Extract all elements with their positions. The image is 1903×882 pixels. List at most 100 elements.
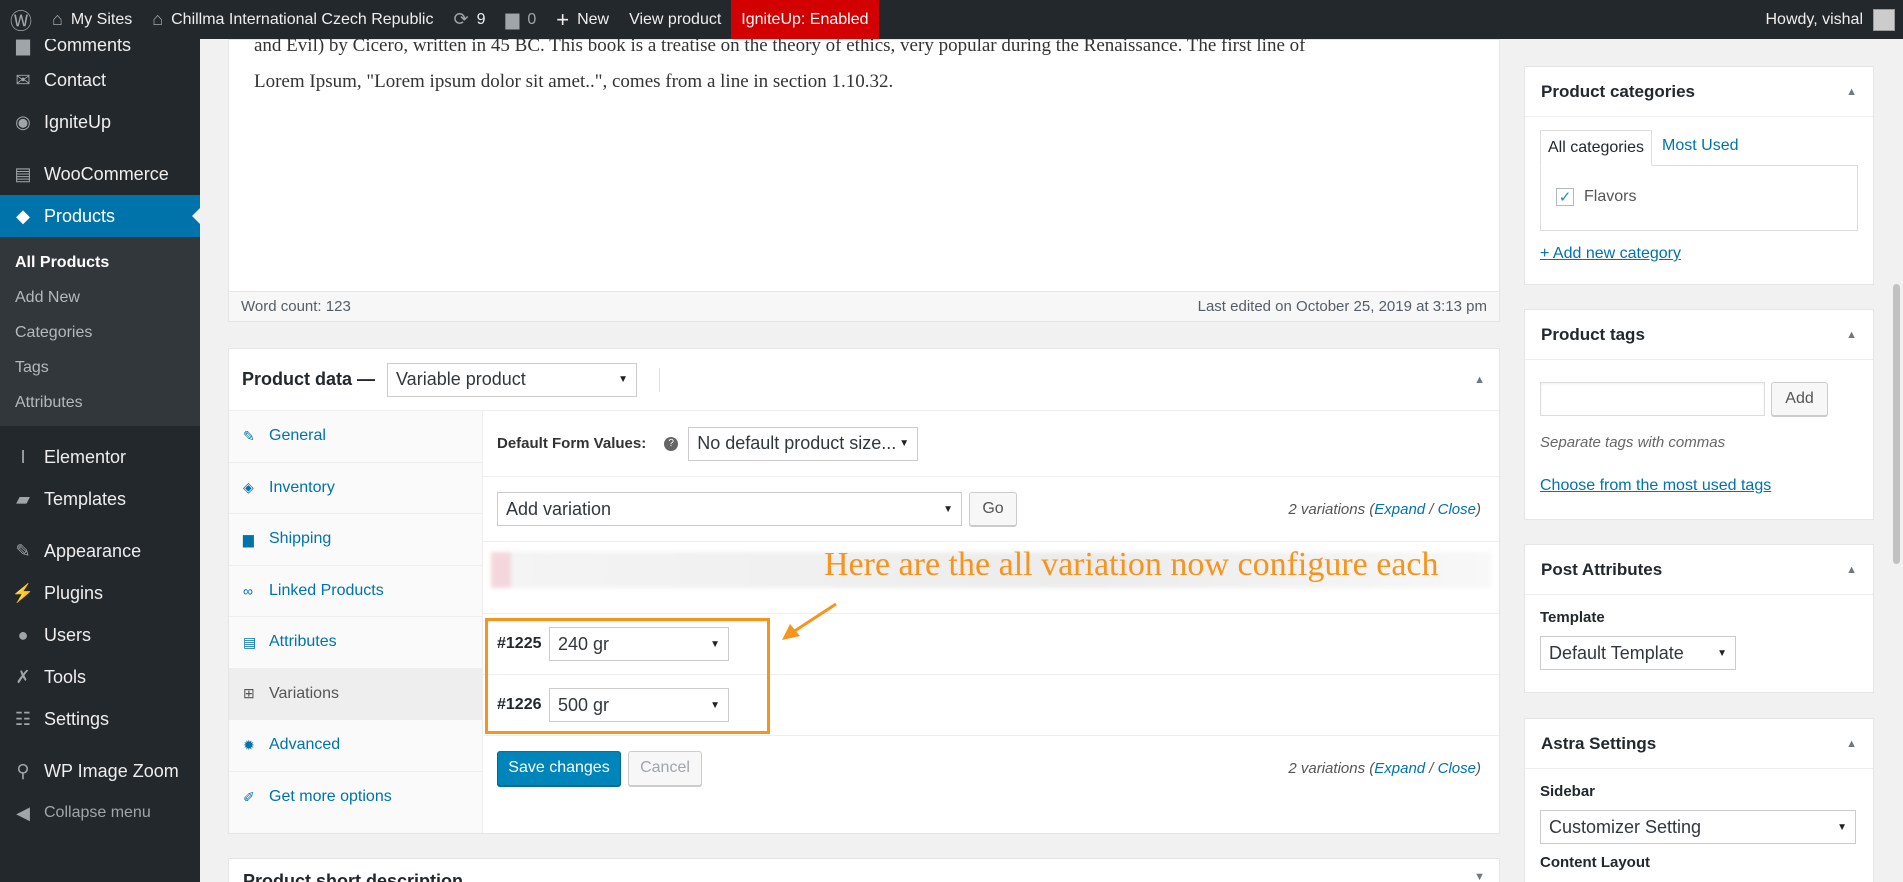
dropdown-arrow-icon: ▼	[1717, 647, 1727, 659]
collapse-arrow-icon[interactable]: ▲	[1846, 564, 1857, 576]
tab-most-used[interactable]: Most Used	[1652, 129, 1748, 165]
menu-tools[interactable]: ✗ Tools	[0, 656, 200, 698]
admin-sidebar: ▆ Comments ✉ Contact ◉ IgniteUp ▤ WooCommerc…	[0, 35, 200, 882]
astra-settings-box: Astra Settings ▲ Sidebar Customizer Setti…	[1524, 718, 1874, 882]
close-link[interactable]: Close	[1438, 501, 1476, 518]
toggle-arrow-icon[interactable]: ▼	[1474, 871, 1485, 882]
my-sites-link[interactable]: ⌂ My Sites	[42, 0, 142, 39]
gear-icon: ✹	[243, 736, 255, 753]
submenu-attributes[interactable]: Attributes	[0, 385, 200, 420]
expand-link[interactable]: Expand	[1374, 501, 1425, 518]
add-new-category-link[interactable]: + Add new category	[1540, 245, 1681, 262]
menu-contact[interactable]: ✉ Contact	[0, 59, 200, 101]
post-attributes-box: Post Attributes ▲ Template Default Templa…	[1524, 544, 1874, 693]
product-type-select[interactable]: Variable product ▼	[387, 362, 638, 397]
product-data-tabs: ✎ General ◈ Inventory ▆ Shipping ∞ Linked Pr…	[229, 411, 483, 833]
menu-igniteup[interactable]: ◉ IgniteUp	[0, 101, 200, 143]
menu-templates[interactable]: ▰ Templates	[0, 478, 200, 520]
help-icon[interactable]: ?	[664, 436, 679, 451]
tab-linked-products[interactable]: ∞ Linked Products	[229, 566, 482, 617]
short-description-box: Product short description ▼	[228, 858, 1500, 882]
settings-icon: ☷	[14, 708, 32, 729]
menu-woocommerce[interactable]: ▤ WooCommerce	[0, 153, 200, 195]
tab-variations[interactable]: ⊞ Variations	[229, 668, 482, 720]
add-tag-button[interactable]: Add	[1771, 382, 1828, 416]
choose-tags-link[interactable]: Choose from the most used tags	[1540, 477, 1771, 494]
default-size-select[interactable]: No default product size... ▼	[688, 426, 919, 461]
menu-plugins[interactable]: ⚡ Plugins	[0, 572, 200, 614]
content-editor[interactable]: and Evil) by Cicero, written in 45 BC. T…	[228, 35, 1500, 322]
igniteup-status[interactable]: IgniteUp: Enabled	[731, 0, 879, 39]
tab-inventory[interactable]: ◈ Inventory	[229, 463, 482, 514]
account-menu[interactable]: Howdy, vishal	[1755, 0, 1903, 39]
close-link[interactable]: Close	[1438, 760, 1476, 777]
zoom-icon: ⚲	[16, 760, 30, 781]
submenu-categories[interactable]: Categories	[0, 315, 200, 350]
tags-header[interactable]: Product tags ▲	[1525, 310, 1873, 360]
wordpress-icon: Ⓦ	[10, 8, 33, 34]
tab-advanced[interactable]: ✹ Advanced	[229, 720, 482, 772]
plug-icon: ✐	[243, 788, 255, 805]
checkbox-checked-icon[interactable]: ✓	[1556, 188, 1574, 206]
post-attributes-header[interactable]: Post Attributes ▲	[1525, 545, 1873, 595]
avatar	[1873, 8, 1895, 31]
menu-settings[interactable]: ☷ Settings	[0, 698, 200, 740]
tab-all-categories[interactable]: All categories	[1540, 130, 1653, 166]
comments-link[interactable]: ▆ 0	[495, 0, 546, 39]
tab-get-more-options[interactable]: ✐ Get more options	[229, 772, 482, 824]
word-count: Word count: 123	[241, 298, 351, 315]
menu-users[interactable]: ● Users	[0, 614, 200, 656]
expand-link[interactable]: Expand	[1374, 760, 1425, 777]
updates-link[interactable]: ⟳ 9	[443, 0, 495, 39]
collapse-arrow-icon[interactable]: ▲	[1846, 329, 1857, 341]
view-product-link[interactable]: View product	[619, 0, 731, 39]
sidebar-select[interactable]: Customizer Setting ▼	[1540, 810, 1856, 844]
tab-shipping[interactable]: ▆ Shipping	[229, 514, 482, 566]
submenu-tags[interactable]: Tags	[0, 350, 200, 385]
products-icon: ◆	[16, 205, 30, 226]
new-content-link[interactable]: + New	[546, 0, 619, 39]
add-variation-row: Add variation ▼ Go 2 variations (Expand /…	[483, 477, 1499, 542]
category-item[interactable]: ✓ Flavors	[1556, 188, 1842, 206]
folder-icon: ▰	[16, 488, 30, 509]
category-list: ✓ Flavors	[1540, 165, 1858, 231]
collapse-arrow-icon[interactable]: ▲	[1846, 86, 1857, 98]
go-button[interactable]: Go	[969, 492, 1017, 526]
home-icon: ⌂	[152, 9, 164, 29]
menu-elementor[interactable]: Ⅰ Elementor	[0, 436, 200, 478]
page-scrollbar[interactable]	[1890, 39, 1903, 882]
categories-box: Product categories ▲ All categories Most …	[1524, 66, 1874, 285]
cancel-button[interactable]: Cancel	[628, 750, 702, 786]
dropdown-arrow-icon: ▼	[618, 374, 629, 385]
scrollbar-thumb[interactable]	[1893, 284, 1900, 564]
content-layout-label: Content Layout	[1540, 854, 1650, 871]
product-data-box: Product data — Variable product ▼ ▲ ✎ Gene…	[228, 348, 1500, 834]
collapse-arrow-icon[interactable]: ▲	[1846, 738, 1857, 750]
categories-header[interactable]: Product categories ▲	[1525, 67, 1873, 117]
save-row: Save changes Cancel 2 variations (Expand…	[483, 736, 1499, 800]
annotation-box	[485, 618, 770, 734]
astra-settings-header[interactable]: Astra Settings ▲	[1525, 719, 1873, 769]
variations-count: 2 variations (Expand / Close)	[1288, 759, 1481, 777]
tag-input[interactable]	[1540, 382, 1765, 416]
tab-general[interactable]: ✎ General	[229, 411, 482, 463]
wrench-icon: ✎	[243, 427, 255, 444]
product-data-title: Product data —	[242, 369, 376, 389]
menu-products[interactable]: ◆ Products	[0, 195, 200, 237]
submenu-add-new[interactable]: Add New	[0, 280, 200, 315]
plugin-icon: ⚡	[11, 582, 35, 603]
dropdown-arrow-icon: ▼	[1837, 821, 1847, 833]
add-variation-select[interactable]: Add variation ▼	[497, 492, 962, 526]
collapse-menu[interactable]: ◀ Collapse menu	[0, 792, 200, 834]
annotation-text: Here are the all variation now configure…	[824, 546, 1439, 583]
menu-appearance[interactable]: ✎ Appearance	[0, 530, 200, 572]
template-select[interactable]: Default Template ▼	[1540, 636, 1736, 670]
my-sites-icon: ⌂	[52, 9, 63, 29]
menu-wp-image-zoom[interactable]: ⚲ WP Image Zoom	[0, 750, 200, 792]
submenu-all-products[interactable]: All Products	[0, 245, 200, 280]
tab-attributes[interactable]: ▤ Attributes	[229, 617, 482, 669]
collapse-toggle-icon[interactable]: ▲	[1474, 374, 1485, 386]
save-changes-button[interactable]: Save changes	[497, 750, 621, 786]
wordpress-logo[interactable]: Ⓦ	[0, 0, 42, 39]
site-name-link[interactable]: ⌂ Chillma International Czech Republic	[142, 0, 443, 39]
